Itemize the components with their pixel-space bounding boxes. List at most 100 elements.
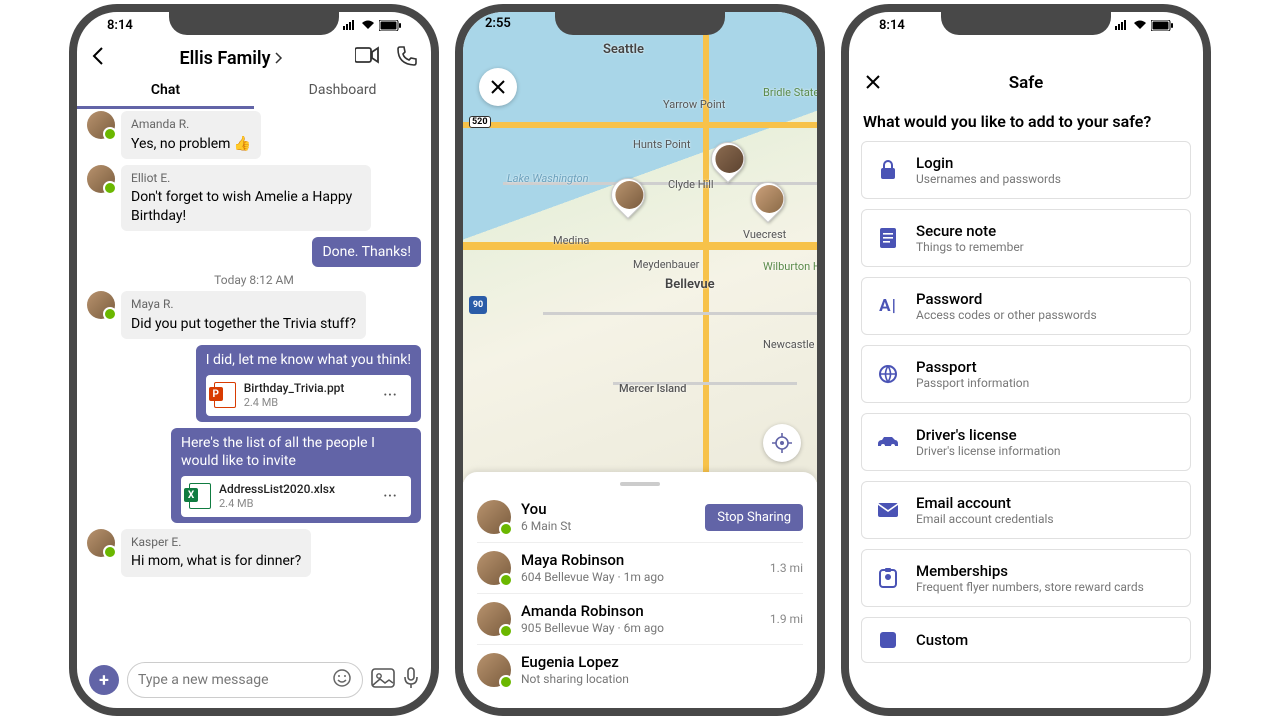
recenter-button[interactable] — [763, 424, 801, 462]
chat-bubble: Done. Thanks! — [312, 237, 421, 267]
safe-item[interactable]: Secure noteThings to remember — [861, 209, 1191, 267]
back-button[interactable] — [91, 46, 107, 70]
phone-location: 2:55 Seattle Yarrow Point Hunts Point La… — [455, 4, 825, 716]
message-text: Don't forget to wish Amelie a Happy Birt… — [131, 188, 361, 224]
avatar[interactable] — [477, 602, 511, 636]
avatar[interactable] — [87, 291, 115, 319]
badge-icon — [876, 567, 900, 589]
sender-label: Amanda R. — [131, 117, 251, 133]
stop-sharing-button[interactable]: Stop Sharing — [705, 504, 803, 531]
safe-item[interactable]: PassportPassport information — [861, 345, 1191, 403]
map-pin[interactable] — [604, 171, 652, 219]
safe-item[interactable]: LoginUsernames and passwords — [861, 141, 1191, 199]
avatar[interactable] — [477, 653, 511, 687]
safe-item[interactable]: MembershipsFrequent flyer numbers, store… — [861, 549, 1191, 607]
avatar[interactable] — [477, 551, 511, 585]
safe-item[interactable]: Driver's licenseDriver's license informa… — [861, 413, 1191, 471]
tab-chat[interactable]: Chat — [77, 74, 254, 109]
sender-label: Kasper E. — [131, 535, 301, 551]
safe-header: Safe — [849, 60, 1203, 106]
sender-label: Maya R. — [131, 297, 356, 313]
mail-icon — [876, 502, 900, 518]
message-text: Done. Thanks! — [322, 243, 411, 261]
chat-bubble: Maya R. Did you put together the Trivia s… — [121, 291, 366, 339]
excel-icon — [189, 483, 211, 509]
file-attachment[interactable]: Birthday_Trivia.ppt2.4 MB··· — [206, 375, 411, 416]
chat-message[interactable]: Kasper E.Hi mom, what is for dinner? — [87, 529, 421, 577]
person-row[interactable]: You6 Main StStop Sharing — [477, 492, 803, 543]
chat-tabs: Chat Dashboard — [77, 74, 431, 109]
close-button[interactable] — [479, 68, 517, 106]
safe-item[interactable]: Email accountEmail account credentials — [861, 481, 1191, 539]
phone-safe: 8:14 Safe What would you like to add to … — [841, 4, 1211, 716]
more-options-icon[interactable]: ··· — [377, 485, 403, 508]
status-icons — [343, 20, 401, 31]
chat-bubble: I did, let me know what you think! Birthd… — [196, 345, 421, 422]
distance-label: 1.9 mi — [770, 612, 803, 626]
status-time: 8:14 — [107, 18, 133, 33]
phone-call-icon[interactable] — [397, 46, 417, 70]
file-attachment[interactable]: AddressList2020.xlsx2.4 MB··· — [181, 476, 411, 517]
safe-question: What would you like to add to your safe? — [849, 106, 1203, 141]
person-row[interactable]: Eugenia LopezNot sharing location — [477, 645, 803, 695]
safe-item[interactable]: Custom — [861, 617, 1191, 663]
location-sheet[interactable]: You6 Main StStop SharingMaya Robinson604… — [463, 472, 817, 708]
sender-label: Elliot E. — [131, 171, 361, 187]
avatar[interactable] — [87, 111, 115, 139]
emoji-icon[interactable] — [332, 668, 352, 692]
chat-bubble: Here's the list of all the people I woul… — [171, 428, 421, 523]
tab-dashboard[interactable]: Dashboard — [254, 74, 431, 109]
chat-bubble: Amanda R. Yes, no problem 👍 — [121, 111, 261, 159]
status-time: 8:14 — [879, 18, 905, 33]
map-area[interactable]: 2:55 Seattle Yarrow Point Hunts Point La… — [463, 12, 817, 482]
shield-90: 90 — [469, 296, 487, 314]
chat-title[interactable]: Ellis Family — [179, 48, 282, 69]
video-call-icon[interactable] — [355, 46, 379, 70]
message-text: Yes, no problem 👍 — [131, 135, 251, 153]
chat-message[interactable]: Maya R. Did you put together the Trivia s… — [87, 291, 421, 339]
status-icons — [1115, 20, 1173, 31]
car-icon — [876, 435, 900, 449]
safe-title: Safe — [1009, 73, 1044, 93]
gif-icon[interactable] — [371, 668, 395, 692]
safe-list: LoginUsernames and passwords Secure noteT… — [849, 141, 1203, 663]
notch — [555, 11, 725, 35]
chat-message[interactable]: Here's the list of all the people I woul… — [87, 428, 421, 523]
avatar[interactable] — [477, 500, 511, 534]
lock-icon — [876, 159, 900, 181]
map-pin[interactable] — [704, 135, 752, 183]
custom-icon — [876, 630, 900, 650]
sheet-grip[interactable] — [620, 482, 660, 486]
avatar[interactable] — [87, 165, 115, 193]
notch — [941, 11, 1111, 35]
map-time-overlay: 2:55 — [485, 16, 511, 31]
chat-message[interactable]: Elliot E.Don't forget to wish Amelie a H… — [87, 165, 421, 231]
chat-message[interactable]: Amanda R. Yes, no problem 👍 — [87, 111, 421, 159]
message-text: Hi mom, what is for dinner? — [131, 552, 301, 570]
more-options-icon[interactable]: ··· — [377, 384, 403, 407]
notch — [169, 11, 339, 35]
letter-a-icon: A| — [876, 296, 900, 316]
mic-icon[interactable] — [403, 667, 419, 693]
chat-message[interactable]: I did, let me know what you think! Birthd… — [87, 345, 421, 422]
chat-bubble: Kasper E.Hi mom, what is for dinner? — [121, 529, 311, 577]
powerpoint-icon — [214, 382, 236, 408]
avatar[interactable] — [87, 529, 115, 557]
chat-body[interactable]: Amanda R. Yes, no problem 👍 Elliot E.Don't… — [77, 109, 431, 583]
chat-message[interactable]: Done. Thanks! — [87, 237, 421, 267]
message-text: Here's the list of all the people I woul… — [181, 434, 411, 470]
message-text: I did, let me know what you think! — [206, 351, 411, 369]
shield-520: 520 — [469, 116, 491, 128]
note-icon — [876, 227, 900, 249]
safe-item[interactable]: A|PasswordAccess codes or other password… — [861, 277, 1191, 335]
person-row[interactable]: Maya Robinson604 Bellevue Way · 1m ago1.… — [477, 543, 803, 594]
person-row[interactable]: Amanda Robinson905 Bellevue Way · 6m ago… — [477, 594, 803, 645]
chat-bubble: Elliot E.Don't forget to wish Amelie a H… — [121, 165, 371, 231]
compose-add-button[interactable]: + — [89, 665, 119, 695]
distance-label: 1.3 mi — [770, 561, 803, 575]
message-composer: + Type a new message — [77, 662, 431, 698]
phone-chat: 8:14 Ellis Family Chat Dashboard Amanda … — [69, 4, 439, 716]
close-button[interactable] — [865, 71, 881, 96]
message-input[interactable]: Type a new message — [127, 662, 363, 698]
message-text: Did you put together the Trivia stuff? — [131, 315, 356, 333]
